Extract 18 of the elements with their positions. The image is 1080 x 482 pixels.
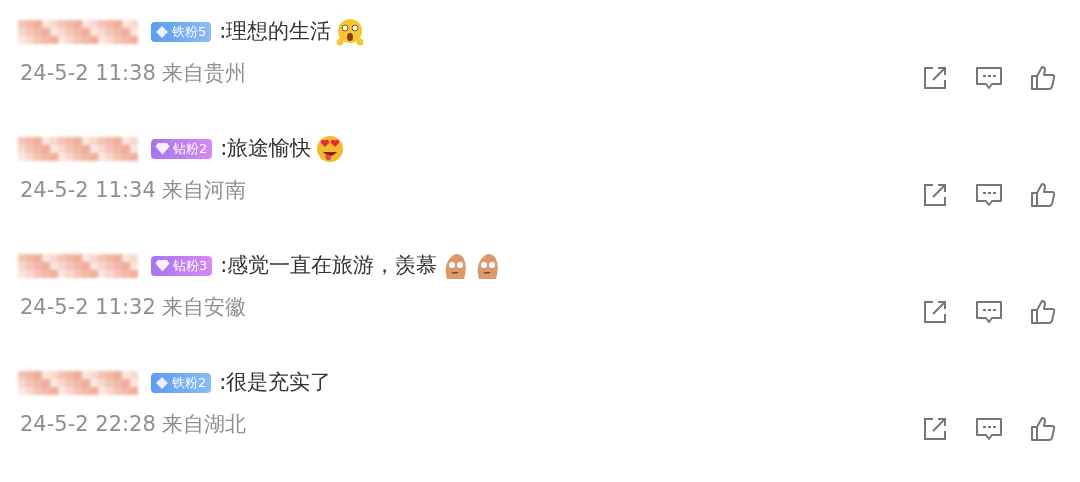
comment-meta: 24-5-2 11:38 来自贵州	[20, 59, 248, 87]
fan-level-badge: 铁粉5	[151, 21, 212, 42]
comment-text: :感觉一直在旅游，羡慕	[220, 252, 438, 279]
heart-eyes-face-icon	[315, 133, 346, 164]
comment-meta: 24-5-2 22:28 来自湖北	[20, 410, 248, 438]
comment-text: :旅途愉快	[220, 135, 312, 162]
like-icon[interactable]	[1028, 414, 1058, 444]
fan-level-badge: 铁粉2	[151, 372, 212, 393]
fan-level-badge: 钻粉3	[151, 255, 213, 276]
comment-meta: 24-5-2 11:34 来自河南	[20, 176, 248, 204]
like-icon[interactable]	[1028, 297, 1058, 327]
comment-text: :理想的生活	[219, 18, 332, 45]
comment-meta: 24-5-2 11:32 来自安徽	[20, 293, 248, 321]
fan-level-badge: 钻粉2	[151, 138, 213, 159]
shocked-face-icon	[335, 16, 366, 47]
comment-text: :很是充实了	[219, 369, 332, 396]
like-icon[interactable]	[1028, 63, 1058, 93]
like-icon[interactable]	[1028, 180, 1058, 210]
